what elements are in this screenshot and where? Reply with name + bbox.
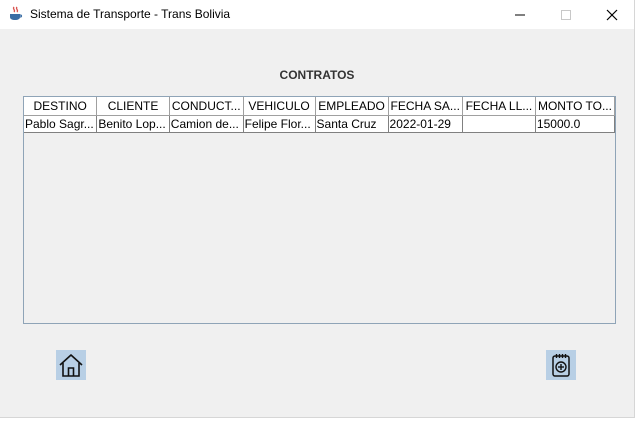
minimize-button[interactable] [497, 0, 543, 29]
maximize-button[interactable] [543, 0, 589, 29]
column-header-empleado[interactable]: EMPLEADO [315, 97, 389, 116]
column-header-conductor[interactable]: CONDUCT... [169, 97, 244, 116]
column-header-cliente[interactable]: CLIENTE [96, 97, 170, 116]
table-header-row: DESTINO CLIENTE CONDUCT... VEHICULO EMPL… [24, 97, 616, 116]
add-contract-button[interactable] [546, 350, 576, 380]
maximize-icon [561, 9, 571, 20]
table-cell[interactable]: Camion de... [169, 115, 244, 133]
column-header-destino[interactable]: DESTINO [24, 97, 98, 116]
window-title: Sistema de Transporte - Trans Bolivia [30, 7, 231, 21]
add-document-icon [552, 354, 570, 377]
table-row[interactable]: Pablo Sagr... Benito Lop... Camion de...… [24, 115, 616, 133]
table-cell[interactable]: 2022-01-29 [388, 115, 463, 133]
contracts-table: DESTINO CLIENTE CONDUCT... VEHICULO EMPL… [24, 97, 616, 133]
home-button[interactable] [56, 350, 86, 380]
close-button[interactable] [589, 0, 635, 29]
column-header-monto-total[interactable]: MONTO TO... [535, 97, 616, 116]
java-app-icon [8, 6, 24, 22]
app-window: Sistema de Transporte - Trans Bolivia CO… [0, 0, 635, 418]
column-header-fecha-llegada[interactable]: FECHA LL... [462, 97, 536, 116]
column-header-fecha-salida[interactable]: FECHA SA... [388, 97, 463, 116]
table-cell[interactable] [462, 115, 536, 133]
table-cell[interactable]: Felipe Flor... [243, 115, 316, 133]
table-cell[interactable]: Santa Cruz [315, 115, 389, 133]
minimize-icon [515, 14, 525, 15]
home-icon [59, 354, 83, 377]
table-cell[interactable]: Pablo Sagr... [24, 115, 98, 133]
contracts-table-scroll-pane[interactable]: DESTINO CLIENTE CONDUCT... VEHICULO EMPL… [23, 96, 616, 324]
table-cell[interactable]: 15000.0 [535, 115, 616, 133]
column-header-vehiculo[interactable]: VEHICULO [243, 97, 316, 116]
page-title: CONTRATOS [279, 68, 355, 82]
close-icon [606, 9, 618, 20]
table-cell[interactable]: Benito Lop... [96, 115, 170, 133]
title-bar: Sistema de Transporte - Trans Bolivia [0, 0, 634, 29]
